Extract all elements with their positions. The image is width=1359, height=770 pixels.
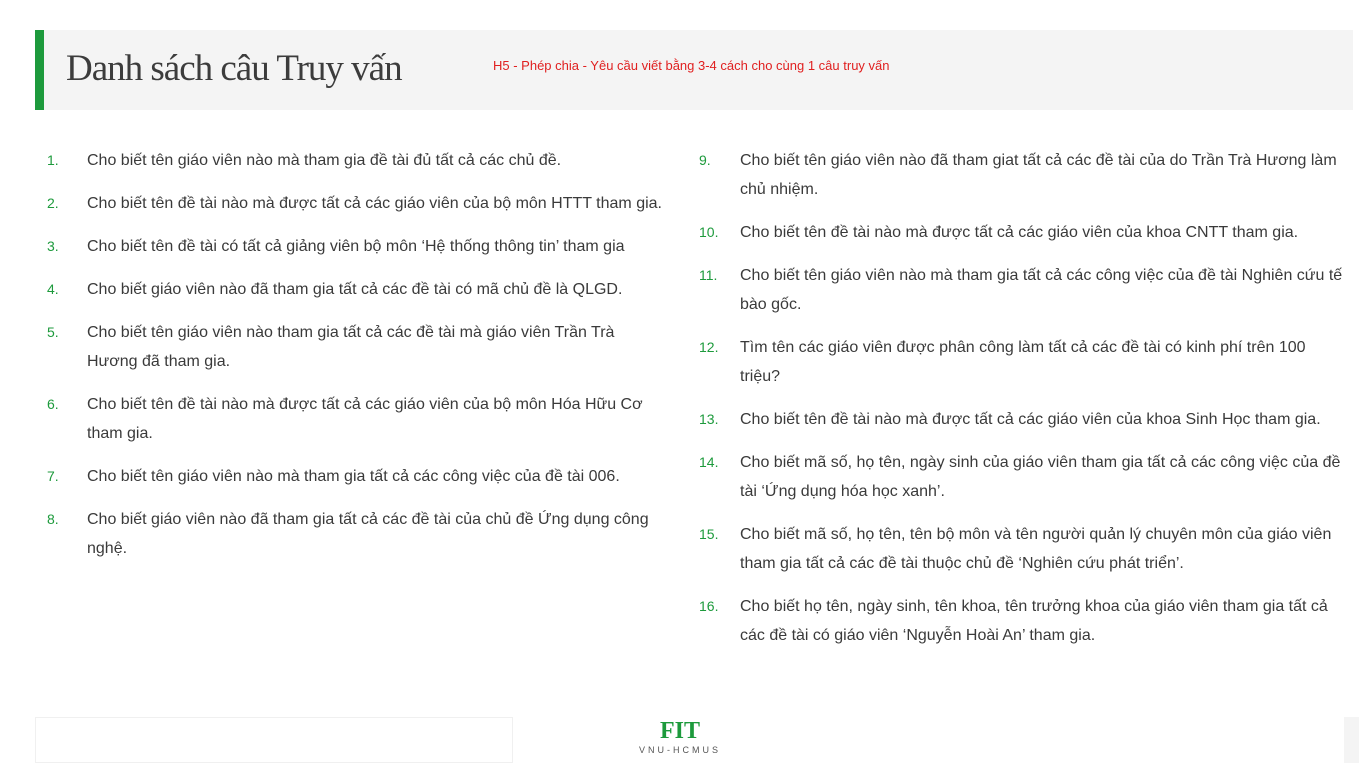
item-text: Cho biết tên đề tài có tất cả giảng viên… bbox=[87, 238, 625, 255]
item-number: 14. bbox=[699, 454, 719, 470]
slide: Danh sách câu Truy vấn H5 - Phép chia - … bbox=[0, 0, 1359, 770]
list-item: 13. Cho biết tên đề tài nào mà được tất c… bbox=[699, 405, 1344, 434]
footer-right-block bbox=[1344, 717, 1359, 763]
item-number: 12. bbox=[699, 339, 719, 355]
item-text: Cho biết tên giáo viên nào mà tham gia t… bbox=[87, 468, 620, 485]
item-text: Cho biết tên đề tài nào mà được tất cả c… bbox=[740, 411, 1321, 428]
item-number: 5. bbox=[47, 324, 59, 340]
item-number: 4. bbox=[47, 281, 59, 297]
list-item: 10. Cho biết tên đề tài nào mà được tất c… bbox=[699, 218, 1344, 247]
header-banner: Danh sách câu Truy vấn H5 - Phép chia - … bbox=[35, 30, 1353, 110]
list-item: 7. Cho biết tên giáo viên nào mà tham gia… bbox=[47, 462, 667, 491]
item-text: Cho biết giáo viên nào đã tham gia tất c… bbox=[87, 281, 623, 298]
item-text: Cho biết tên đề tài nào mà được tất cả c… bbox=[740, 224, 1299, 241]
list-item: 6. Cho biết tên đề tài nào mà được tất cả… bbox=[47, 390, 667, 448]
item-text: Tìm tên các giáo viên được phân công làm… bbox=[740, 339, 1306, 385]
list-item: 1. Cho biết tên giáo viên nào mà tham gia… bbox=[47, 146, 667, 175]
item-number: 3. bbox=[47, 238, 59, 254]
item-number: 9. bbox=[699, 152, 711, 168]
fit-logo: FIT VNU-HCMUS bbox=[620, 718, 740, 756]
header-accent-bar bbox=[35, 30, 44, 110]
page-title: Danh sách câu Truy vấn bbox=[66, 48, 403, 89]
item-text: Cho biết tên giáo viên nào tham gia tất … bbox=[87, 324, 615, 370]
item-text: Cho biết mã số, họ tên, ngày sinh của gi… bbox=[740, 454, 1341, 500]
item-text: Cho biết tên giáo viên nào đã tham giat … bbox=[740, 152, 1337, 198]
list-item: 16. Cho biết họ tên, ngày sinh, tên khoa,… bbox=[699, 592, 1344, 650]
footer-left-frame bbox=[35, 717, 513, 763]
list-item: 4. Cho biết giáo viên nào đã tham gia tất… bbox=[47, 275, 667, 304]
list-item: 15. Cho biết mã số, họ tên, tên bộ môn và… bbox=[699, 520, 1344, 578]
item-number: 11. bbox=[699, 267, 718, 283]
list-item: 12. Tìm tên các giáo viên được phân công … bbox=[699, 333, 1344, 391]
query-list-left: 1. Cho biết tên giáo viên nào mà tham gia… bbox=[47, 146, 667, 577]
item-text: Cho biết tên giáo viên nào mà tham gia t… bbox=[740, 267, 1343, 313]
list-item: 8. Cho biết giáo viên nào đã tham gia tất… bbox=[47, 505, 667, 563]
item-number: 1. bbox=[47, 152, 59, 168]
item-text: Cho biết giáo viên nào đã tham gia tất c… bbox=[87, 511, 649, 557]
list-item: 5. Cho biết tên giáo viên nào tham gia tấ… bbox=[47, 318, 667, 376]
item-number: 7. bbox=[47, 468, 59, 484]
item-number: 16. bbox=[699, 598, 719, 614]
item-number: 2. bbox=[47, 195, 59, 211]
item-number: 13. bbox=[699, 411, 719, 427]
list-item: 3. Cho biết tên đề tài có tất cả giảng vi… bbox=[47, 232, 667, 261]
item-number: 10. bbox=[699, 224, 719, 240]
page-subtitle-note: H5 - Phép chia - Yêu cầu viết bằng 3-4 c… bbox=[493, 58, 890, 73]
item-number: 15. bbox=[699, 526, 719, 542]
list-item: 11. Cho biết tên giáo viên nào mà tham gi… bbox=[699, 261, 1344, 319]
logo-sub-text: VNU-HCMUS bbox=[639, 745, 721, 755]
item-text: Cho biết họ tên, ngày sinh, tên khoa, tê… bbox=[740, 598, 1328, 644]
list-item: 2. Cho biết tên đề tài nào mà được tất cả… bbox=[47, 189, 667, 218]
item-number: 6. bbox=[47, 396, 59, 412]
item-text: Cho biết mã số, họ tên, tên bộ môn và tê… bbox=[740, 526, 1332, 572]
item-text: Cho biết tên đề tài nào mà được tất cả c… bbox=[87, 195, 662, 212]
item-number: 8. bbox=[47, 511, 59, 527]
list-item: 9. Cho biết tên giáo viên nào đã tham gia… bbox=[699, 146, 1344, 204]
item-text: Cho biết tên giáo viên nào mà tham gia đ… bbox=[87, 152, 562, 169]
item-text: Cho biết tên đề tài nào mà được tất cả c… bbox=[87, 396, 643, 442]
logo-main-text: FIT bbox=[659, 718, 700, 744]
list-item: 14. Cho biết mã số, họ tên, ngày sinh của… bbox=[699, 448, 1344, 506]
query-list-right: 9. Cho biết tên giáo viên nào đã tham gia… bbox=[699, 146, 1344, 664]
